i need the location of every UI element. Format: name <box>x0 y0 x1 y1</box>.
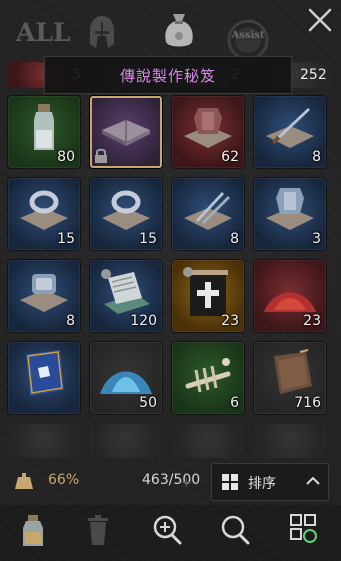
search-icon[interactable] <box>220 514 250 546</box>
sort-button[interactable]: 排序 <box>211 463 329 501</box>
item-slot[interactable]: 8 <box>254 96 326 168</box>
item-count: 15 <box>57 231 75 247</box>
close-icon[interactable] <box>306 6 334 34</box>
scroll-stack-icon <box>101 269 150 314</box>
helmet-icon[interactable] <box>88 14 116 50</box>
item-slot[interactable]: 716 <box>254 342 326 414</box>
trash-icon[interactable] <box>86 514 110 546</box>
potion-bottle-icon[interactable] <box>20 514 46 548</box>
grid-refresh-icon[interactable] <box>290 514 318 544</box>
item-slot[interactable]: 23 <box>254 260 326 332</box>
item-count: 120 <box>130 313 157 329</box>
item-count: 23 <box>303 313 321 329</box>
item-count: 6 <box>230 395 239 411</box>
assist-label: Assist <box>231 30 265 41</box>
item-slot-partial[interactable] <box>90 424 162 458</box>
bones-icon <box>185 358 231 393</box>
weight-icon <box>15 473 33 489</box>
ring-recipe-icon <box>20 190 68 230</box>
dagger-recipe-icon <box>184 192 232 230</box>
item-slot[interactable]: 15 <box>8 178 80 250</box>
tab-all[interactable]: ALL <box>16 18 71 47</box>
item-slot[interactable]: 6 <box>172 342 244 414</box>
expand-plus-icon[interactable]: + <box>180 473 193 491</box>
sword-recipe-icon <box>266 108 314 148</box>
item-name-tooltip: 傳說製作秘笈 <box>44 56 292 94</box>
chevron-up-icon <box>306 476 320 485</box>
item-count: 252 <box>300 67 327 83</box>
item-count: 8 <box>312 149 321 165</box>
item-count: 8 <box>66 313 75 329</box>
item-slot[interactable]: 8 <box>172 178 244 250</box>
item-slot[interactable]: 80 <box>8 96 80 168</box>
sort-label: 排序 <box>248 476 276 492</box>
blue-powder-icon <box>100 371 152 394</box>
armor-recipe-icon <box>266 188 314 230</box>
item-slot[interactable]: 62 <box>172 96 244 168</box>
item-slot[interactable] <box>8 342 80 414</box>
item-count: 3 <box>312 231 321 247</box>
item-slot[interactable]: 50 <box>90 342 162 414</box>
weight-percent: 66% <box>48 472 80 488</box>
item-slot[interactable]: 3 <box>254 178 326 250</box>
item-count: 23 <box>221 313 239 329</box>
item-slot[interactable]: 15 <box>90 178 162 250</box>
item-count: 50 <box>139 395 157 411</box>
item-count: 62 <box>221 149 239 165</box>
item-slot-partial[interactable] <box>254 424 326 458</box>
ring-recipe-icon <box>102 190 150 230</box>
armor-recipe-icon <box>184 108 232 148</box>
grid-icon <box>222 474 238 490</box>
gauntlet-recipe-icon <box>20 274 68 312</box>
item-slot[interactable]: 23 <box>172 260 244 332</box>
lock-icon <box>95 148 107 163</box>
item-count: 716 <box>294 395 321 411</box>
partial-item-row <box>0 424 341 458</box>
leather-icon <box>274 349 312 394</box>
zoom-in-icon[interactable] <box>152 514 182 546</box>
red-powder-icon <box>264 292 316 312</box>
item-slot[interactable]: 8 <box>8 260 80 332</box>
item-slot-selected[interactable] <box>90 96 162 168</box>
cross-scroll-icon <box>183 267 228 316</box>
category-tabs: ALL Assist <box>0 0 341 62</box>
bag-icon[interactable] <box>162 10 196 50</box>
item-slot-partial[interactable] <box>172 424 244 458</box>
item-count: 8 <box>230 231 239 247</box>
item-slot[interactable]: 120 <box>90 260 162 332</box>
item-count: 15 <box>139 231 157 247</box>
item-slot-partial[interactable] <box>8 424 80 458</box>
potion-bottle-icon <box>34 104 54 150</box>
spellbook-icon <box>26 350 64 396</box>
item-count: 80 <box>57 149 75 165</box>
